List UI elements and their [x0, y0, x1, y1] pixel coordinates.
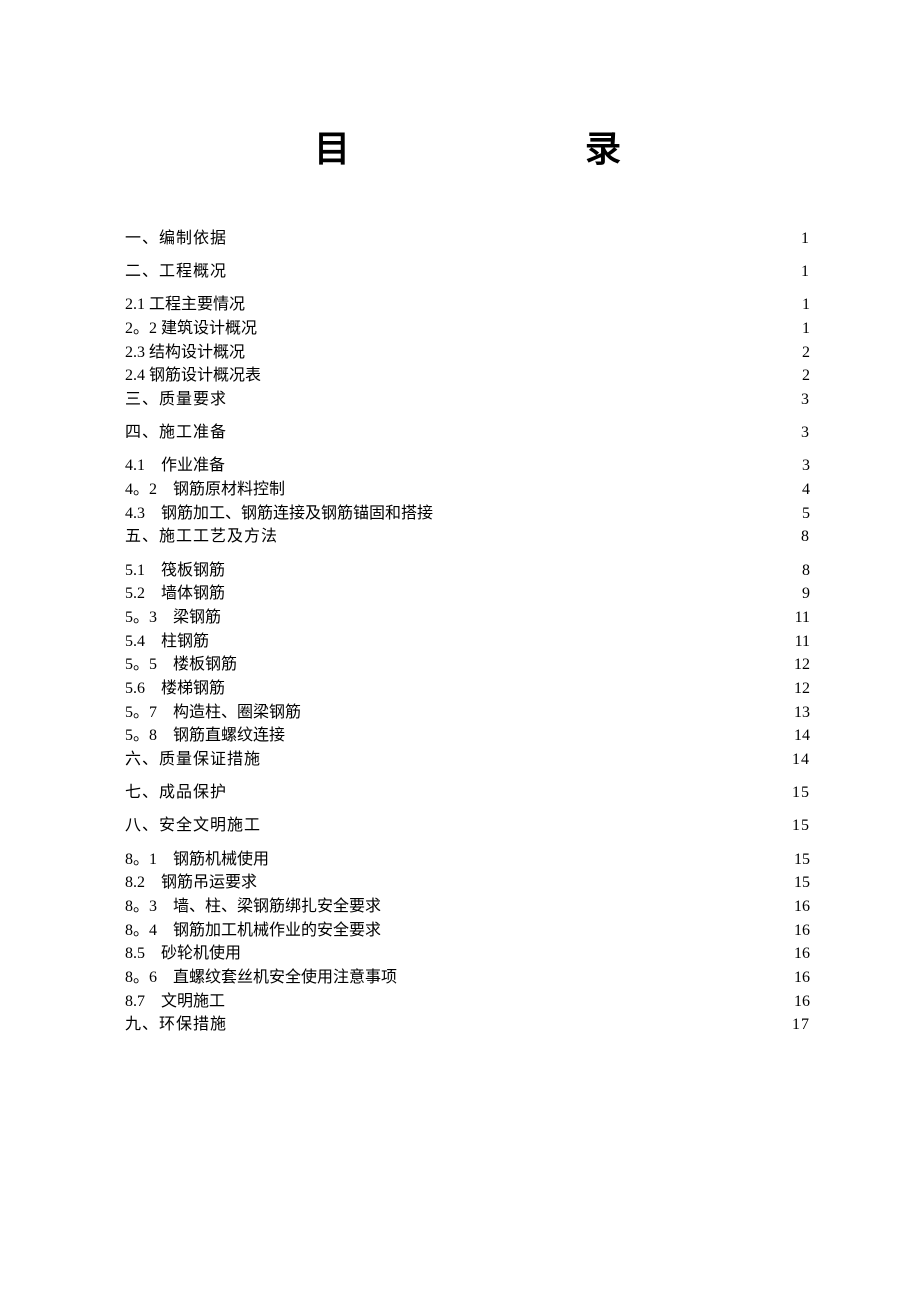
toc-page: 1 — [801, 227, 810, 250]
toc-entry: 8.2 钢筋吊运要求 15 — [125, 871, 810, 895]
toc-label: 七、成品保护 — [125, 781, 227, 804]
toc-page: 3 — [801, 421, 810, 444]
toc-page: 13 — [794, 701, 810, 725]
toc-page: 17 — [792, 1013, 810, 1036]
toc-label: 五、施工工艺及方法 — [125, 525, 278, 548]
toc-label: 5.4 柱钢筋 — [125, 630, 209, 654]
toc-entry: 8。1 钢筋机械使用 15 — [125, 848, 810, 872]
toc-page: 1 — [802, 317, 810, 341]
toc-page: 14 — [794, 724, 810, 748]
toc-page: 16 — [794, 919, 810, 943]
toc-entry: 5。5 楼板钢筋 12 — [125, 653, 810, 677]
toc-entry: 5。7 构造柱、圈梁钢筋 13 — [125, 701, 810, 725]
toc-page: 14 — [792, 748, 810, 771]
toc-page: 5 — [802, 502, 810, 526]
table-of-contents: 一、编制依据1二、工程概况12.1 工程主要情况12。2 建筑设计概况12.3 … — [125, 227, 810, 1036]
toc-label: 2.1 工程主要情况 — [125, 293, 245, 317]
toc-entry: 2.4 钢筋设计概况表 2 — [125, 364, 810, 388]
toc-page: 16 — [794, 895, 810, 919]
toc-label: 2.3 结构设计概况 — [125, 341, 245, 365]
toc-entry: 8。4 钢筋加工机械作业的安全要求 16 — [125, 919, 810, 943]
toc-page: 12 — [794, 677, 810, 701]
toc-page: 1 — [801, 260, 810, 283]
toc-page: 15 — [792, 781, 810, 804]
toc-label: 8.5 砂轮机使用 — [125, 942, 241, 966]
title-char-2: 录 — [585, 120, 621, 172]
toc-entry: 三、质量要求 3 — [125, 388, 810, 411]
toc-entry: 2.3 结构设计概况 2 — [125, 341, 810, 365]
page-title: 目 录 — [125, 120, 810, 172]
toc-page: 16 — [794, 942, 810, 966]
toc-label: 8.2 钢筋吊运要求 — [125, 871, 257, 895]
toc-page: 15 — [794, 871, 810, 895]
toc-page: 15 — [794, 848, 810, 872]
toc-page: 15 — [792, 814, 810, 837]
toc-page: 11 — [795, 630, 810, 654]
toc-entry: 8.7 文明施工 16 — [125, 990, 810, 1014]
toc-entry: 8.5 砂轮机使用 16 — [125, 942, 810, 966]
title-char-1: 目 — [314, 120, 350, 172]
toc-entry: 2。2 建筑设计概况 1 — [125, 317, 810, 341]
toc-label: 5。5 楼板钢筋 — [125, 653, 237, 677]
toc-label: 四、施工准备 — [125, 421, 227, 444]
toc-label: 九、环保措施 — [125, 1013, 227, 1036]
toc-entry: 五、施工工艺及方法 8 — [125, 525, 810, 548]
toc-label: 4.1 作业准备 — [125, 454, 225, 478]
toc-label: 8.7 文明施工 — [125, 990, 225, 1014]
toc-label: 2.4 钢筋设计概况表 — [125, 364, 261, 388]
toc-entry: 5.1 筏板钢筋 8 — [125, 559, 810, 583]
toc-label: 8。6 直螺纹套丝机安全使用注意事项 — [125, 966, 397, 990]
toc-label: 5。3 梁钢筋 — [125, 606, 221, 630]
toc-label: 2。2 建筑设计概况 — [125, 317, 257, 341]
toc-label: 八、安全文明施工 — [125, 814, 261, 837]
toc-page: 4 — [802, 478, 810, 502]
toc-label: 5。7 构造柱、圈梁钢筋 — [125, 701, 301, 725]
toc-label: 8。4 钢筋加工机械作业的安全要求 — [125, 919, 381, 943]
toc-page: 16 — [794, 966, 810, 990]
toc-entry: 四、施工准备 3 — [125, 421, 810, 444]
toc-page: 11 — [795, 606, 810, 630]
toc-entry: 二、工程概况 1 — [125, 260, 810, 283]
toc-label: 三、质量要求 — [125, 388, 227, 411]
toc-entry: 8。6 直螺纹套丝机安全使用注意事项 16 — [125, 966, 810, 990]
toc-page: 16 — [794, 990, 810, 1014]
toc-label: 4。2 钢筋原材料控制 — [125, 478, 285, 502]
toc-page: 3 — [802, 454, 810, 478]
toc-entry: 4.1 作业准备 3 — [125, 454, 810, 478]
toc-entry: 九、环保措施 17 — [125, 1013, 810, 1036]
toc-entry: 5.6 楼梯钢筋 12 — [125, 677, 810, 701]
toc-entry: 八、安全文明施工 15 — [125, 814, 810, 837]
toc-entry: 5。8 钢筋直螺纹连接 14 — [125, 724, 810, 748]
toc-entry: 5.2 墙体钢筋 9 — [125, 582, 810, 606]
toc-page: 8 — [802, 559, 810, 583]
toc-entry: 8。3 墙、柱、梁钢筋绑扎安全要求 16 — [125, 895, 810, 919]
toc-label: 5.1 筏板钢筋 — [125, 559, 225, 583]
toc-label: 5.2 墙体钢筋 — [125, 582, 225, 606]
toc-label: 一、编制依据 — [125, 227, 227, 250]
toc-entry: 5.4 柱钢筋 11 — [125, 630, 810, 654]
toc-entry: 一、编制依据 1 — [125, 227, 810, 250]
toc-label: 5.6 楼梯钢筋 — [125, 677, 225, 701]
toc-label: 六、质量保证措施 — [125, 748, 261, 771]
toc-page: 1 — [802, 293, 810, 317]
toc-page: 8 — [801, 525, 810, 548]
toc-page: 2 — [802, 341, 810, 365]
toc-page: 3 — [801, 388, 810, 411]
toc-entry: 4.3 钢筋加工、钢筋连接及钢筋锚固和搭接 5 — [125, 502, 810, 526]
toc-page: 2 — [802, 364, 810, 388]
toc-label: 8。1 钢筋机械使用 — [125, 848, 269, 872]
toc-label: 4.3 钢筋加工、钢筋连接及钢筋锚固和搭接 — [125, 502, 433, 526]
toc-entry: 5。3 梁钢筋 11 — [125, 606, 810, 630]
toc-entry: 2.1 工程主要情况 1 — [125, 293, 810, 317]
toc-label: 5。8 钢筋直螺纹连接 — [125, 724, 285, 748]
toc-label: 8。3 墙、柱、梁钢筋绑扎安全要求 — [125, 895, 381, 919]
toc-page: 9 — [802, 582, 810, 606]
toc-entry: 4。2 钢筋原材料控制 4 — [125, 478, 810, 502]
toc-entry: 六、质量保证措施 14 — [125, 748, 810, 771]
toc-entry: 七、成品保护 15 — [125, 781, 810, 804]
toc-label: 二、工程概况 — [125, 260, 227, 283]
toc-page: 12 — [794, 653, 810, 677]
